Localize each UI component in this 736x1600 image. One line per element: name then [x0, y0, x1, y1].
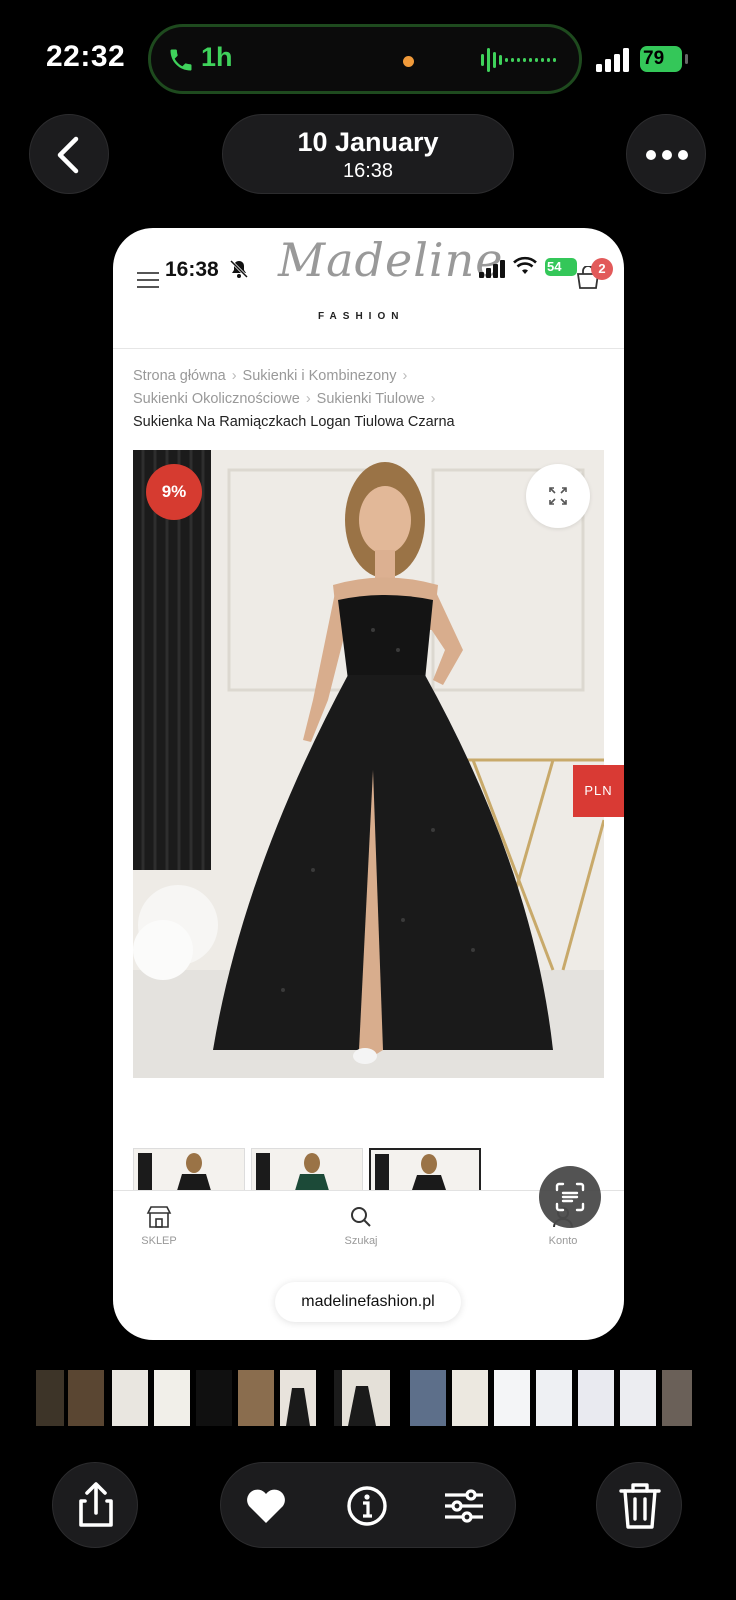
- filmstrip-thumb-current[interactable]: [334, 1370, 390, 1426]
- filmstrip-thumb[interactable]: [578, 1370, 614, 1426]
- back-button[interactable]: [29, 114, 109, 194]
- cellular-signal-icon: [596, 48, 629, 72]
- info-icon[interactable]: [344, 1483, 390, 1529]
- breadcrumb-home[interactable]: Strona główna: [133, 368, 226, 384]
- dress-photo-illustration: [133, 450, 604, 1078]
- live-text-button[interactable]: [539, 1166, 601, 1228]
- filmstrip-thumb[interactable]: [154, 1370, 190, 1426]
- status-bar: 22:32 1h 79: [0, 0, 736, 110]
- filmstrip-thumb[interactable]: [536, 1370, 572, 1426]
- filmstrip-thumb[interactable]: [280, 1370, 316, 1426]
- bell-slash-icon: [229, 259, 249, 279]
- tab-account-label: Konto: [548, 1235, 578, 1247]
- breadcrumb-current: Sukienka Na Ramiączkach Logan Tiulowa Cz…: [133, 414, 455, 430]
- live-text-icon: [555, 1182, 585, 1212]
- share-icon: [79, 1482, 113, 1527]
- breadcrumb-separator-icon: ›: [231, 368, 237, 384]
- search-icon: [351, 1207, 371, 1227]
- phone-icon: [170, 49, 192, 71]
- trash-icon: [619, 1483, 661, 1529]
- currency-switch-tab[interactable]: PLN: [573, 765, 624, 817]
- photo-date: 10 January: [297, 127, 439, 157]
- filmstrip-thumb[interactable]: [662, 1370, 692, 1426]
- filmstrip-thumb[interactable]: [196, 1370, 232, 1426]
- breadcrumb-occasion-dresses[interactable]: Sukienki Okolicznościowe: [133, 391, 300, 407]
- tab-search-label: Szukaj: [344, 1235, 378, 1247]
- breadcrumb-separator-icon: ›: [402, 368, 408, 384]
- breadcrumb-tulle-dresses[interactable]: Sukienki Tiulowe: [317, 391, 425, 407]
- breadcrumb-separator-icon: ›: [430, 391, 436, 407]
- filmstrip-thumb[interactable]: [494, 1370, 530, 1426]
- ellipsis-icon: [646, 150, 688, 160]
- inner-battery-indicator: 54: [545, 258, 577, 276]
- tab-shop[interactable]: SKLEP: [119, 1205, 199, 1247]
- thumbnail-2[interactable]: [251, 1148, 363, 1193]
- thumbnail-3-selected[interactable]: [369, 1148, 481, 1193]
- filmstrip-thumb[interactable]: [36, 1370, 64, 1426]
- breadcrumb-dresses[interactable]: Sukienki i Kombinezony: [243, 368, 397, 384]
- tab-shop-label: SKLEP: [141, 1235, 177, 1247]
- photo-screenshot[interactable]: 16:38 Madeline FASHION 54 2 Strona główn…: [113, 228, 624, 1340]
- delete-button[interactable]: [596, 1462, 682, 1548]
- thumbnail-1[interactable]: [133, 1148, 245, 1193]
- inner-cellular-signal-icon: [479, 260, 505, 278]
- photo-time: 16:38: [342, 160, 394, 182]
- heart-icon[interactable]: [243, 1483, 289, 1529]
- photo-actions-toolbar: [220, 1462, 516, 1548]
- battery-indicator: 79: [640, 46, 688, 72]
- status-time: 22:32: [46, 40, 126, 73]
- adjust-sliders-icon[interactable]: [441, 1483, 487, 1529]
- microphone-indicator-icon: [403, 56, 414, 67]
- inner-status-time: 16:38: [165, 258, 219, 281]
- filmstrip-thumb[interactable]: [112, 1370, 148, 1426]
- expand-image-button[interactable]: [526, 464, 590, 528]
- photo-filmstrip: [36, 1370, 700, 1426]
- shop-icon: [146, 1206, 172, 1228]
- wifi-icon: [513, 256, 537, 274]
- filmstrip-thumb[interactable]: [452, 1370, 488, 1426]
- store-logo-subtitle: FASHION: [318, 311, 405, 322]
- header-divider: [113, 348, 624, 349]
- dynamic-island-call[interactable]: 1h: [148, 24, 582, 94]
- discount-badge: 9%: [146, 464, 202, 520]
- cart-count-badge: 2: [591, 258, 613, 280]
- share-button[interactable]: [52, 1462, 138, 1548]
- filmstrip-thumb[interactable]: [410, 1370, 446, 1426]
- photo-date-header: 10 January 16:38: [222, 114, 514, 194]
- call-duration: 1h: [201, 42, 233, 72]
- breadcrumb-separator-icon: ›: [305, 391, 311, 407]
- chevron-left-icon: [57, 136, 79, 174]
- menu-icon[interactable]: [137, 271, 159, 289]
- expand-icon: [549, 487, 567, 505]
- filmstrip-thumb[interactable]: [238, 1370, 274, 1426]
- inner-status-bar: 16:38 Madeline FASHION 54 2: [113, 228, 624, 322]
- audio-waveform-icon: [481, 48, 556, 72]
- filmstrip-thumb[interactable]: [68, 1370, 104, 1426]
- filmstrip-thumb[interactable]: [620, 1370, 656, 1426]
- breadcrumb: Strona główna › Sukienki i Kombinezony › Su…: [133, 365, 613, 434]
- tab-search[interactable]: Szukaj: [321, 1205, 401, 1247]
- more-options-button[interactable]: [626, 114, 706, 194]
- store-logo[interactable]: Madeline: [278, 233, 503, 287]
- site-url: madelinefashion.pl: [275, 1282, 461, 1322]
- product-image[interactable]: 9%: [133, 450, 604, 1078]
